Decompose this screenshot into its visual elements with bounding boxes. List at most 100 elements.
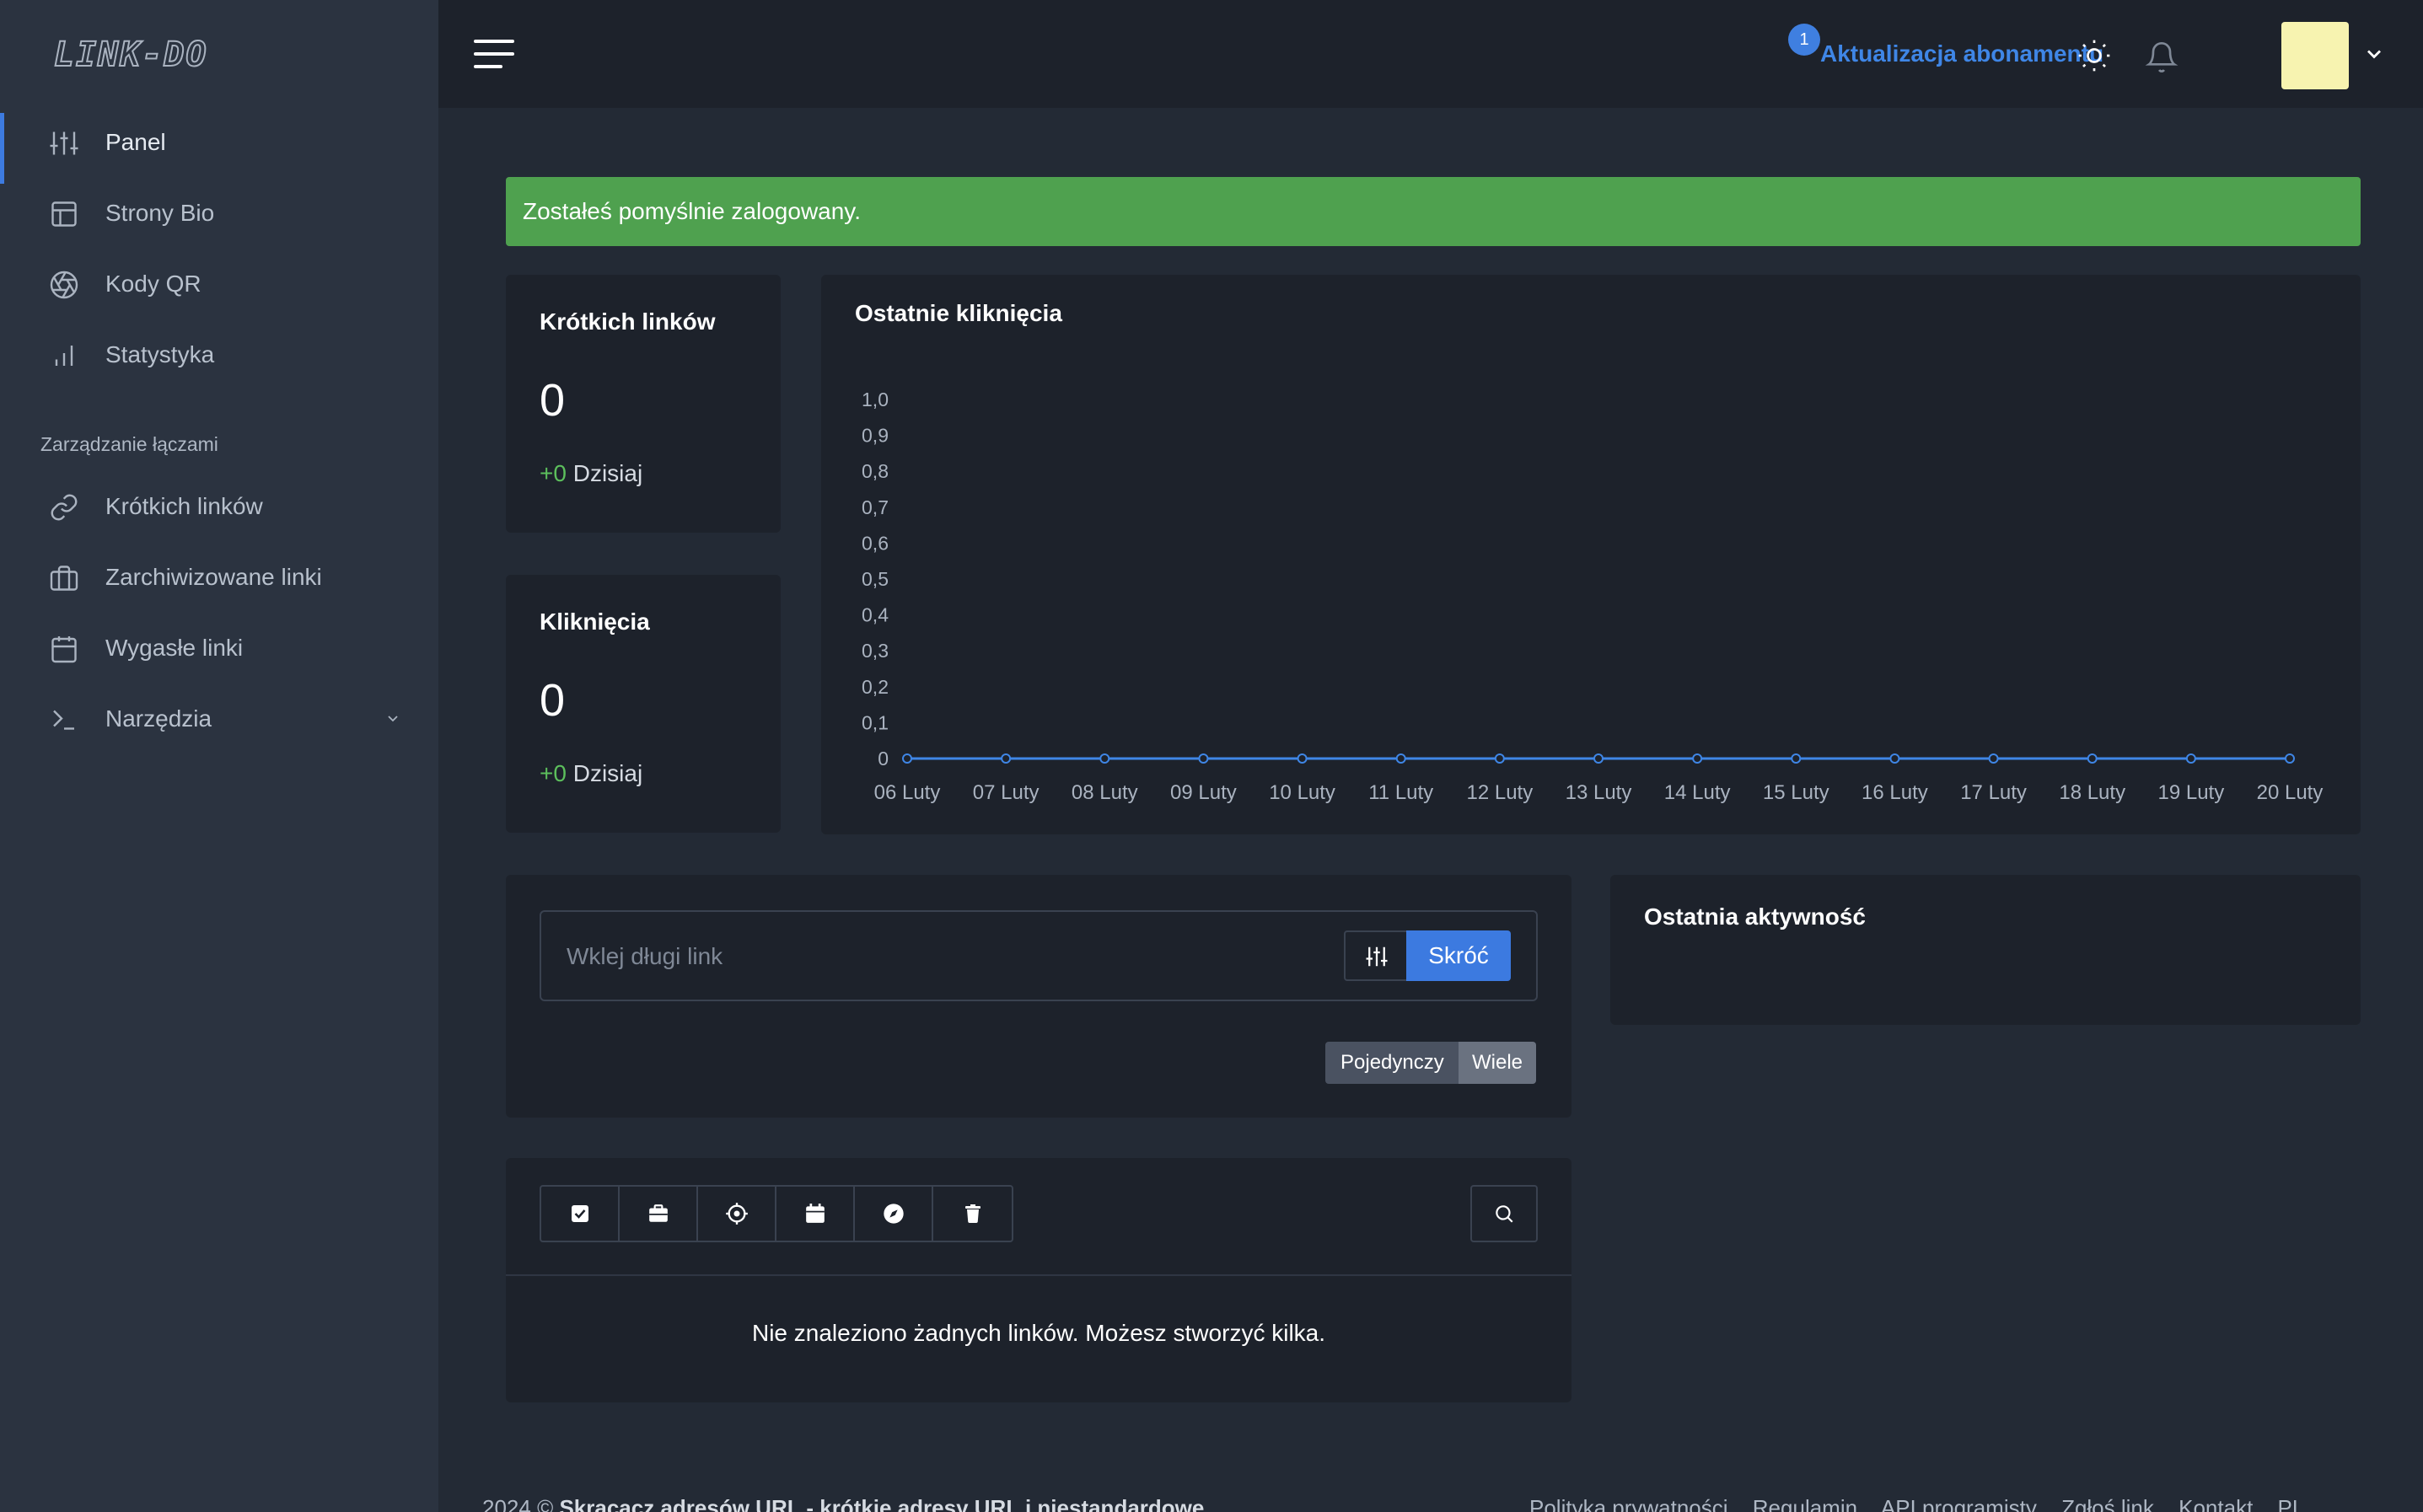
- stat-title: Krótkich linków: [540, 308, 716, 335]
- stat-delta-label: Dzisiaj: [572, 760, 643, 786]
- calendar-icon: [51, 636, 77, 663]
- shorten-button[interactable]: Skróć: [1406, 930, 1511, 981]
- recent-clicks-chart: 0 0,1 0,2 0,3 0,4 0,5 0,6 0,7 0,8 0,9 1,0 06 Luty 07…: [862, 389, 2324, 804]
- sidebar-item-label: Statystyka: [105, 341, 215, 367]
- compass-icon: [883, 1204, 904, 1224]
- avatar[interactable]: [2281, 22, 2349, 89]
- sliders-icon: [50, 131, 78, 155]
- schedule-button[interactable]: [776, 1187, 855, 1241]
- aperture-icon: [50, 271, 78, 299]
- data-point[interactable]: [902, 753, 912, 764]
- data-point[interactable]: [1593, 753, 1604, 764]
- data-point[interactable]: [1889, 753, 1900, 764]
- upgrade-plan-link[interactable]: Aktualizacja abonamentu: [1820, 40, 2103, 67]
- x-tick-label: 19 Luty: [2157, 781, 2224, 804]
- data-point[interactable]: [1395, 753, 1406, 764]
- data-point[interactable]: [1791, 753, 1802, 764]
- x-tick-label: 09 Luty: [1170, 781, 1237, 804]
- data-point[interactable]: [1001, 753, 1012, 764]
- sun-icon[interactable]: [2077, 39, 2111, 72]
- sidebar-item-expired-links[interactable]: Wygasłe linki: [0, 619, 438, 678]
- archive-button[interactable]: [620, 1187, 698, 1241]
- data-point[interactable]: [2185, 753, 2196, 764]
- data-point[interactable]: [2087, 753, 2098, 764]
- mode-multiple-button[interactable]: Wiele: [1459, 1042, 1537, 1084]
- stat-delta-value: +0: [540, 760, 567, 786]
- layout-icon: [51, 201, 77, 227]
- hamburger-menu-icon[interactable]: [472, 37, 516, 71]
- sidebar-item-short-links[interactable]: Krótkich linków: [0, 477, 438, 536]
- options-button[interactable]: [1344, 930, 1408, 981]
- sidebar-item-panel[interactable]: Panel: [0, 113, 438, 184]
- shorten-card: Skróć Pojedynczy Wiele: [506, 875, 1571, 1118]
- chevron-down-icon[interactable]: [2362, 42, 2386, 66]
- footer-links: Polityka prywatności Regulamin API progr…: [1529, 1495, 2323, 1512]
- y-tick-label: 0,2: [862, 676, 889, 698]
- explore-button[interactable]: [855, 1187, 933, 1241]
- delete-button[interactable]: [933, 1187, 1012, 1241]
- sidebar-item-tools[interactable]: Narzędzia: [0, 689, 438, 748]
- data-point[interactable]: [1198, 753, 1209, 764]
- brand-logo[interactable]: LINK-DO: [53, 35, 208, 75]
- data-point[interactable]: [1988, 753, 1999, 764]
- sliders-icon: [1366, 946, 1388, 967]
- x-tick-label: 06 Luty: [874, 781, 941, 804]
- y-tick-label: 0,6: [862, 532, 889, 554]
- links-toolbar: [540, 1185, 1013, 1242]
- data-point[interactable]: [2285, 753, 2295, 764]
- search-button[interactable]: [1470, 1185, 1538, 1242]
- footer-link-api[interactable]: API programisty: [1881, 1495, 2037, 1512]
- x-tick-label: 08 Luty: [1072, 781, 1138, 804]
- mode-single-button[interactable]: Pojedynczy: [1325, 1042, 1459, 1084]
- data-point[interactable]: [1692, 753, 1703, 764]
- footer-link-privacy[interactable]: Polityka prywatności: [1529, 1495, 1728, 1512]
- long-url-input[interactable]: [567, 937, 1325, 976]
- data-point[interactable]: [1494, 753, 1505, 764]
- crosshair-icon: [725, 1203, 748, 1225]
- sidebar-item-label: Wygasłe linki: [105, 635, 244, 661]
- target-button[interactable]: [698, 1187, 776, 1241]
- search-icon: [1496, 1205, 1513, 1223]
- briefcase-icon: [648, 1204, 668, 1222]
- x-tick-label: 20 Luty: [2257, 781, 2324, 804]
- data-point[interactable]: [1297, 753, 1308, 764]
- x-tick-label: 11 Luty: [1368, 781, 1433, 804]
- sidebar-item-label: Strony Bio: [105, 200, 215, 226]
- stat-delta: +0 Dzisiaj: [540, 760, 642, 787]
- sidebar-item-label: Panel: [105, 129, 166, 155]
- x-tick-label: 10 Luty: [1269, 781, 1335, 804]
- stat-value: 0: [540, 375, 566, 426]
- y-tick-label: 0,3: [862, 640, 889, 662]
- x-tick-label: 07 Luty: [973, 781, 1040, 804]
- url-input-box: Skróć: [540, 910, 1538, 1001]
- footer-tagline[interactable]: Skracacz adresów URL - krótkie adresy UR…: [559, 1495, 1204, 1512]
- sidebar-item-qr-codes[interactable]: Kody QR: [0, 255, 438, 314]
- bar-chart-icon: [55, 346, 73, 366]
- stat-delta: +0 Dzisiaj: [540, 460, 642, 487]
- sidebar: LINK-DO Panel Strony Bio Kody QR Statyst…: [0, 0, 438, 1512]
- x-tick-label: 16 Luty: [1862, 781, 1928, 804]
- data-point[interactable]: [1099, 753, 1110, 764]
- language-selector[interactable]: PL: [2278, 1495, 2305, 1512]
- footer-link-terms[interactable]: Regulamin: [1753, 1495, 1857, 1512]
- sidebar-item-statistics[interactable]: Statystyka: [0, 325, 438, 384]
- sidebar-item-label: Narzędzia: [105, 705, 212, 732]
- y-tick-label: 0,7: [862, 496, 889, 518]
- y-tick-label: 0,5: [862, 568, 889, 590]
- x-tick-label: 14 Luty: [1664, 781, 1731, 804]
- stat-delta-value: +0: [540, 460, 567, 486]
- links-list-card: Nie znaleziono żadnych linków. Możesz st…: [506, 1158, 1571, 1402]
- y-tick-label: 0: [878, 748, 889, 769]
- select-all-button[interactable]: [541, 1187, 620, 1241]
- stat-title: Kliknięcia: [540, 609, 650, 635]
- link-icon: [51, 494, 78, 521]
- bell-icon[interactable]: [2145, 40, 2179, 74]
- stat-delta-label: Dzisiaj: [572, 460, 643, 486]
- footer-link-contact[interactable]: Kontakt: [2179, 1495, 2253, 1512]
- sidebar-item-label: Krótkich linków: [105, 493, 263, 519]
- sidebar-item-bio-pages[interactable]: Strony Bio: [0, 184, 438, 243]
- footer-link-report[interactable]: Zgłoś link: [2061, 1495, 2154, 1512]
- sidebar-item-archived-links[interactable]: Zarchiwizowane linki: [0, 548, 438, 607]
- x-tick-label: 12 Luty: [1466, 781, 1533, 804]
- recent-activity-card: Ostatnia aktywność: [1610, 875, 2361, 1025]
